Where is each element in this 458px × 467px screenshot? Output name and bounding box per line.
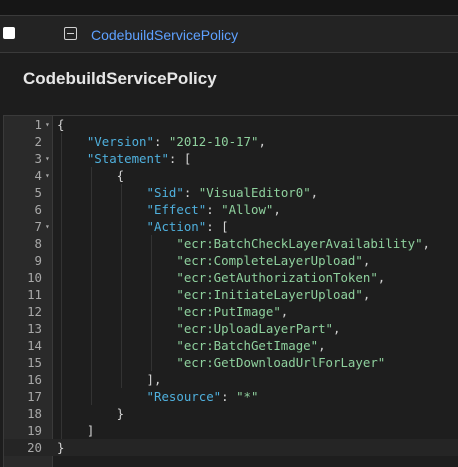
code-text: "ecr:GetDownloadUrlForLayer" (176, 355, 386, 370)
fold-arrow-icon[interactable]: ▾ (45, 150, 50, 167)
line-number: 3 (34, 151, 42, 166)
line-number: 12 (27, 304, 42, 319)
line-number: 1 (34, 117, 42, 132)
policy-detail-panel: CodebuildServicePolicy 1 ▾{2 "Version": "… (0, 53, 458, 467)
line-number: 9 (34, 253, 42, 268)
code-line[interactable]: 4 ▾ { (4, 167, 458, 184)
code-line[interactable]: 14 "ecr:BatchGetImage", (4, 337, 458, 354)
code-text: "ecr:BatchGetImage", (176, 338, 326, 353)
code-line[interactable]: 11 "ecr:InitiateLayerUpload", (4, 286, 458, 303)
json-code-editor[interactable]: 1 ▾{2 "Version": "2012-10-17", 3 ▾ "Stateme… (3, 115, 458, 467)
code-line[interactable]: 2 "Version": "2012-10-17", (4, 133, 458, 150)
line-number: 16 (27, 372, 42, 387)
code-line[interactable]: 1 ▾ { (4, 116, 458, 133)
code-line[interactable]: 16 ], (4, 371, 458, 388)
fold-arrow-icon[interactable]: ▾ (45, 218, 50, 235)
code-line[interactable]: 9 "ecr:CompleteLayerUpload", (4, 252, 458, 269)
code-text: "ecr:CompleteLayerUpload", (176, 253, 371, 268)
code-text: "Version": "2012-10-17", (86, 134, 266, 149)
line-number: 6 (34, 202, 42, 217)
code-text: "ecr:UploadLayerPart", (176, 321, 341, 336)
code-line[interactable]: 15 "ecr:GetDownloadUrlForLayer" (4, 354, 458, 371)
line-number: 11 (27, 287, 42, 302)
code-text: { (57, 117, 65, 132)
fold-arrow-icon[interactable]: ▾ (45, 116, 50, 133)
policy-name-link[interactable]: CodebuildServicePolicy (91, 27, 238, 43)
code-line[interactable]: 5 "Sid": "VisualEditor0", (4, 184, 458, 201)
code-line[interactable]: 3 ▾ "Statement": [ (4, 150, 458, 167)
code-text: "Resource": "*" (146, 389, 259, 404)
code-text: { (57, 168, 125, 183)
line-number: 7 (34, 219, 42, 234)
code-text: "Action": [ (146, 219, 229, 234)
code-line[interactable]: 20} (4, 439, 458, 456)
code-text: "Statement": [ (86, 151, 192, 166)
code-text: } (57, 440, 65, 455)
select-checkbox[interactable] (3, 27, 15, 39)
code-line[interactable]: 17 "Resource": "*" (4, 388, 458, 405)
code-text: "ecr:InitiateLayerUpload", (176, 287, 371, 302)
code-text: "ecr:GetAuthorizationToken", (176, 270, 386, 285)
line-number: 20 (27, 440, 42, 455)
line-number: 14 (27, 338, 42, 353)
collapse-icon[interactable] (64, 27, 77, 40)
line-number: 19 (27, 423, 42, 438)
code-line[interactable]: 8 "ecr:BatchCheckLayerAvailability", (4, 235, 458, 252)
code-text: "Sid": "VisualEditor0", (146, 185, 319, 200)
code-line[interactable]: 19 ] (4, 422, 458, 439)
fold-arrow-icon[interactable]: ▾ (45, 167, 50, 184)
code-text: "ecr:PutImage", (176, 304, 289, 319)
code-line[interactable]: 18 } (4, 405, 458, 422)
code-text: "ecr:BatchCheckLayerAvailability", (176, 236, 431, 251)
line-number: 10 (27, 270, 42, 285)
line-number: 15 (27, 355, 42, 370)
code-text: ], (57, 372, 162, 387)
line-number: 8 (34, 236, 42, 251)
code-text: ] (57, 423, 95, 438)
line-number: 5 (34, 185, 42, 200)
line-number: 17 (27, 389, 42, 404)
code-line[interactable]: 6 "Effect": "Allow", (4, 201, 458, 218)
code-text: "Effect": "Allow", (146, 202, 281, 217)
line-number: 18 (27, 406, 42, 421)
policy-row: CodebuildServicePolicy (0, 15, 458, 53)
code-line[interactable]: 10 "ecr:GetAuthorizationToken", (4, 269, 458, 286)
code-line[interactable]: 12 "ecr:PutImage", (4, 303, 458, 320)
policy-title: CodebuildServicePolicy (23, 69, 217, 88)
code-line[interactable]: 13 "ecr:UploadLayerPart", (4, 320, 458, 337)
line-number: 2 (34, 134, 42, 149)
line-number: 4 (34, 168, 42, 183)
code-text: } (57, 406, 125, 421)
code-line[interactable]: 7 ▾ "Action": [ (4, 218, 458, 235)
line-number: 13 (27, 321, 42, 336)
